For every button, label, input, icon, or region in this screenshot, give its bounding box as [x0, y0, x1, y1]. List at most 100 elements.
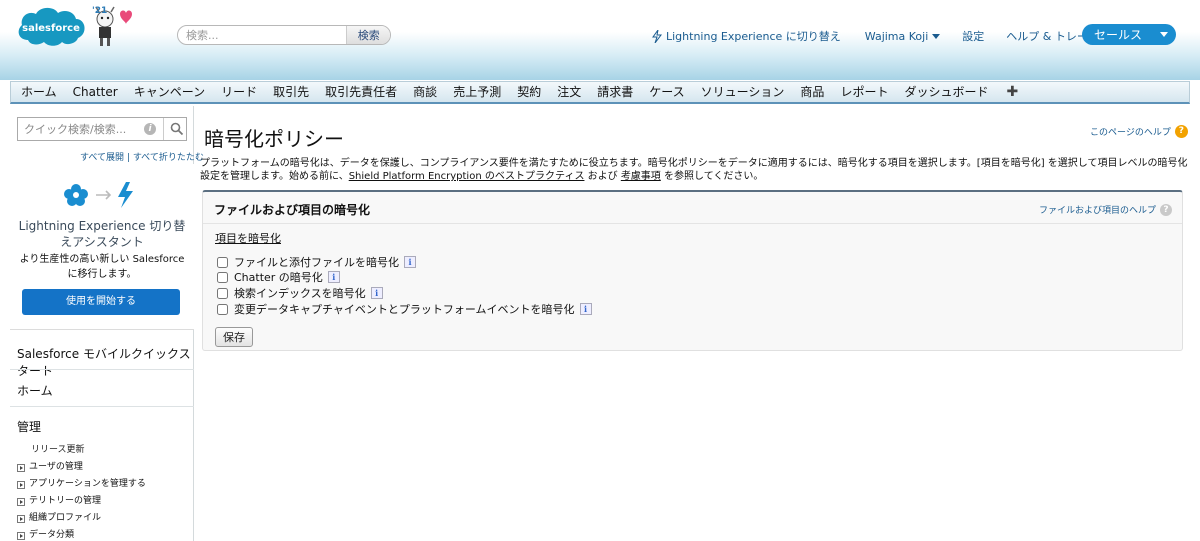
- page-description: プラットフォームの暗号化は、データを保護し、コンプライアンス要件を満たすために役…: [200, 157, 1190, 183]
- page-title: 暗号化ポリシー: [204, 127, 344, 151]
- tab-bar: ホーム Chatter キャンペーン リード 取引先 取引先責任者 商談 売上予…: [10, 81, 1190, 104]
- description-text: および: [584, 171, 621, 182]
- tab-chatter[interactable]: Chatter: [65, 82, 126, 102]
- encrypt-fields-link[interactable]: 項目を暗号化: [215, 230, 281, 246]
- tab-contracts[interactable]: 契約: [509, 82, 549, 102]
- user-menu[interactable]: Wajima Koji: [865, 30, 941, 43]
- settings-link[interactable]: 設定: [962, 28, 984, 44]
- tree-item-user-management[interactable]: ユーザの管理: [17, 459, 146, 476]
- header: salesforce '21 検索 Lightning Experience に…: [0, 0, 1200, 80]
- top-links: Lightning Experience に切り替え Wajima Koji 設…: [652, 28, 1143, 44]
- tab-dashboards[interactable]: ダッシュボード: [896, 82, 996, 102]
- tab-accounts[interactable]: 取引先: [265, 82, 317, 102]
- tree-item-data-classification[interactable]: データ分類: [17, 527, 146, 541]
- expand-icon[interactable]: [17, 531, 25, 540]
- main-content: 暗号化ポリシー このページのヘルプ ? プラットフォームの暗号化は、データを保護…: [194, 106, 1200, 541]
- tree-item-label: アプリケーションを管理する: [29, 479, 146, 489]
- encrypt-search-index-option[interactable]: 検索インデックスを暗号化 i: [217, 285, 383, 301]
- option-label: ファイルと添付ファイルを暗号化: [234, 256, 399, 269]
- global-search: 検索: [177, 25, 391, 45]
- tree-item-label: ユーザの管理: [29, 462, 83, 472]
- get-started-button[interactable]: 使用を開始する: [22, 289, 180, 315]
- save-button[interactable]: 保存: [215, 327, 253, 347]
- sidebar: i すべて展開 | すべて折りたたむ Lightning Experience …: [10, 106, 204, 541]
- encrypt-events-checkbox[interactable]: [217, 303, 228, 315]
- tab-opportunities[interactable]: 商談: [405, 82, 445, 102]
- info-icon[interactable]: i: [579, 303, 592, 315]
- tab-reports[interactable]: レポート: [832, 82, 896, 102]
- encrypt-events-option[interactable]: 変更データキャプチャイベントとプラットフォームイベントを暗号化 i: [217, 301, 592, 317]
- year-badge: '21: [92, 6, 108, 16]
- tree-item-label: テリトリーの管理: [29, 496, 102, 506]
- panel-header: ファイルおよび項目の暗号化 ファイルおよび項目のヘルプ ?: [203, 192, 1182, 224]
- switch-to-lightning-link[interactable]: Lightning Experience に切り替え: [652, 28, 841, 44]
- link-separator: |: [126, 153, 130, 163]
- page-help-label: このページのヘルプ: [1090, 128, 1171, 138]
- lightning-assistant-card: Lightning Experience 切り替えアシスタント より生産性の高い…: [10, 164, 194, 330]
- expand-icon[interactable]: [17, 514, 25, 523]
- info-icon[interactable]: i: [404, 256, 416, 268]
- panel-help-label: ファイルおよび項目のヘルプ: [1038, 206, 1156, 216]
- tab-orders[interactable]: 注文: [549, 82, 589, 102]
- encryption-panel: ファイルおよび項目の暗号化 ファイルおよび項目のヘルプ ? 項目を暗号化 ファイ…: [202, 190, 1183, 351]
- search-icon[interactable]: [170, 122, 184, 136]
- add-tab-icon[interactable]: ✚: [996, 82, 1028, 102]
- panel-help-link[interactable]: ファイルおよび項目のヘルプ ?: [1039, 203, 1172, 216]
- app-switcher-button[interactable]: セールス: [1082, 24, 1176, 45]
- expand-collapse-links: すべて展開 | すべて折りたたむ: [80, 150, 204, 163]
- tree-item-company-profile[interactable]: 組織プロファイル: [17, 510, 146, 527]
- switch-to-lightning-label: Lightning Experience に切り替え: [666, 30, 841, 43]
- chevron-down-icon: [932, 33, 941, 39]
- info-icon[interactable]: i: [370, 287, 383, 299]
- salesforce-logo[interactable]: salesforce: [14, 4, 88, 50]
- sidebar-home-link[interactable]: ホーム: [10, 382, 194, 399]
- search-input[interactable]: [178, 26, 347, 44]
- encrypt-chatter-option[interactable]: Chatter の暗号化 i: [217, 269, 340, 285]
- help-icon: ?: [1174, 125, 1188, 138]
- encrypt-files-checkbox[interactable]: [217, 256, 228, 268]
- tree-item-territory-management[interactable]: テリトリーの管理: [17, 493, 146, 510]
- tab-invoices[interactable]: 請求書: [589, 82, 641, 102]
- svg-text:salesforce: salesforce: [22, 23, 80, 34]
- expand-icon[interactable]: [17, 480, 25, 489]
- flower-icon: [64, 184, 88, 206]
- tab-forecasts[interactable]: 売上予測: [445, 82, 509, 102]
- tab-solutions[interactable]: ソリューション: [693, 82, 793, 102]
- divider: [163, 118, 164, 140]
- considerations-link[interactable]: 考慮事項: [621, 171, 661, 182]
- search-button[interactable]: 検索: [346, 26, 390, 44]
- best-practices-link[interactable]: Shield Platform Encryption のベストプラクティス: [349, 171, 585, 182]
- expand-icon[interactable]: [17, 497, 25, 506]
- page-help-link[interactable]: このページのヘルプ ?: [1090, 125, 1188, 138]
- tab-contacts[interactable]: 取引先責任者: [317, 82, 405, 102]
- expand-icon[interactable]: [17, 463, 25, 472]
- admin-tree: リリース更新 ユーザの管理 アプリケーションを管理する テリトリーの管理 組織プ…: [17, 442, 146, 541]
- tab-cases[interactable]: ケース: [641, 82, 692, 102]
- option-label: Chatter の暗号化: [234, 271, 323, 284]
- mobile-quickstart-link[interactable]: Salesforce モバイルクイックスタート: [10, 345, 194, 379]
- info-icon[interactable]: i: [327, 271, 340, 283]
- tab-products[interactable]: 商品: [792, 82, 832, 102]
- caret-down-icon: [1160, 32, 1168, 37]
- encrypt-search-index-checkbox[interactable]: [217, 287, 228, 299]
- description-text: を参照してください。: [660, 171, 764, 182]
- tab-campaigns[interactable]: キャンペーン: [126, 82, 213, 102]
- panel-title: ファイルおよび項目の暗号化: [214, 203, 371, 217]
- quick-search-input[interactable]: [18, 119, 138, 139]
- admin-heading: 管理: [17, 420, 42, 434]
- encrypt-files-option[interactable]: ファイルと添付ファイルを暗号化 i: [217, 254, 416, 270]
- option-label: 変更データキャプチャイベントとプラットフォームイベントを暗号化: [234, 303, 575, 316]
- help-icon: ?: [1160, 203, 1172, 216]
- expand-all-link[interactable]: すべて展開: [80, 153, 124, 163]
- tab-home[interactable]: ホーム: [13, 82, 65, 102]
- app-switcher-label: セールス: [1094, 28, 1143, 42]
- info-icon[interactable]: i: [144, 123, 156, 135]
- tree-item-app-management[interactable]: アプリケーションを管理する: [17, 476, 146, 493]
- release-update-link[interactable]: リリース更新: [17, 442, 146, 459]
- encrypt-chatter-checkbox[interactable]: [217, 271, 228, 283]
- migration-icons: [64, 182, 133, 208]
- user-name: Wajima Koji: [864, 29, 929, 43]
- divider: [10, 406, 194, 407]
- tab-leads[interactable]: リード: [213, 82, 265, 102]
- tree-item-label: 組織プロファイル: [29, 513, 102, 523]
